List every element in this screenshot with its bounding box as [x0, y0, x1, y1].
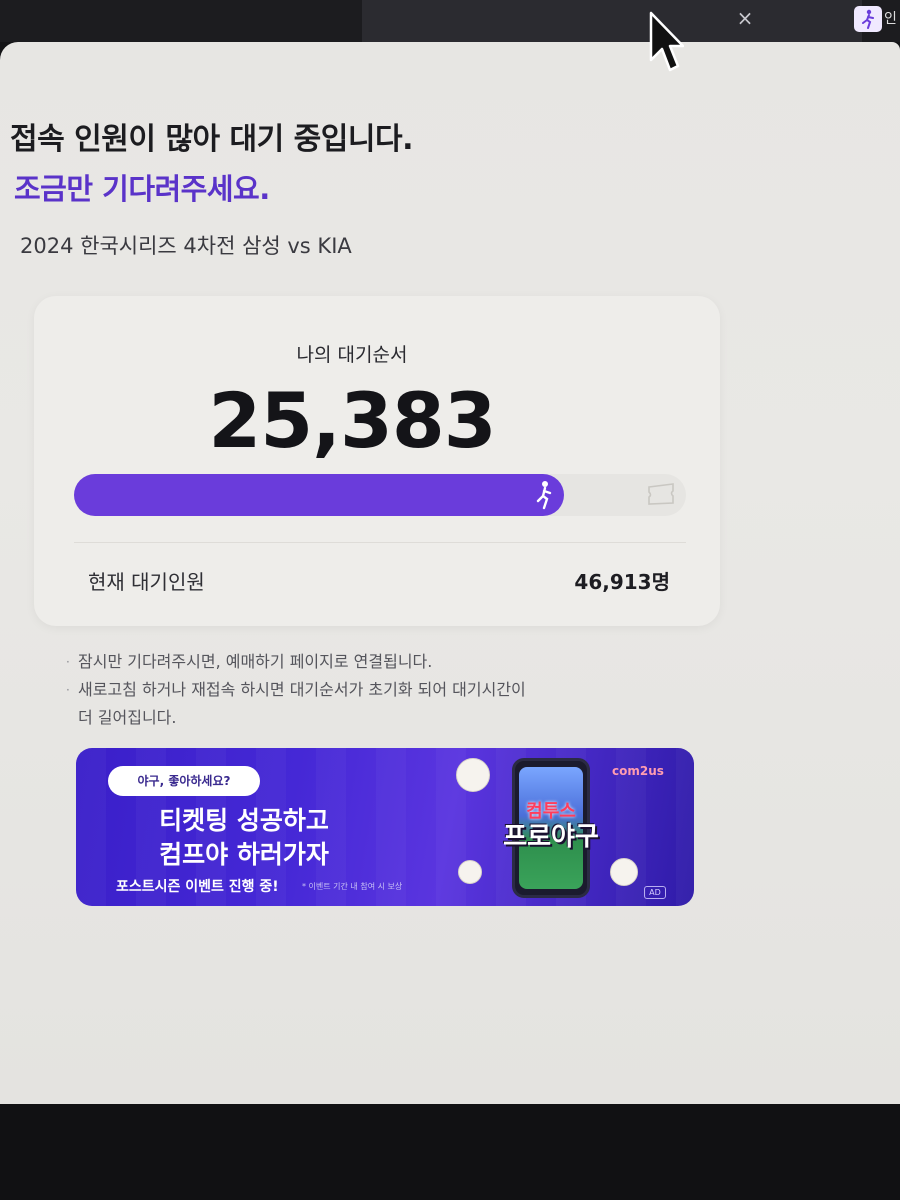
banner-pill: 야구, 좋아하세요?: [108, 766, 260, 796]
baseball-icon: [610, 858, 638, 886]
mouse-cursor-icon: [649, 11, 684, 72]
screen-bezel: [0, 1104, 900, 1200]
banner-title: 티켓팅 성공하고 컴프야 하러가자: [159, 806, 329, 869]
site-favicon-icon[interactable]: [854, 6, 882, 32]
page-subheadline: 조금만 기다려주세요.: [14, 172, 270, 206]
notice-item: · 새로고침 하거나 재접속 하시면 대기순서가 초기화 되어 대기시간이: [66, 680, 526, 699]
notice-item: · 잠시만 기다려주시면, 예매하기 페이지로 연결됩니다.: [66, 652, 433, 671]
current-waiting-label: 현재 대기인원: [88, 570, 205, 594]
queue-progress-fill: [74, 474, 564, 516]
current-waiting-value: 46,913명: [574, 570, 670, 594]
queue-position-label: 나의 대기순서: [296, 344, 408, 366]
notice-list: · 잠시만 기다려주시면, 예매하기 페이지로 연결됩니다. · 새로고침 하거…: [66, 648, 626, 732]
banner-subtitle: 포스트시즌 이벤트 진행 중!: [116, 879, 279, 895]
ticket-icon: [648, 483, 674, 505]
notice-item-continuation: 더 길어집니다.: [78, 708, 177, 727]
browser-tab-strip: × 인: [0, 0, 900, 42]
baseball-icon: [456, 758, 490, 792]
waiting-room-page: 접속 인원이 많아 대기 중입니다. 조금만 기다려주세요. 2024 한국시리…: [0, 42, 900, 1104]
card-divider: [74, 542, 686, 543]
queue-position-number: 25,383: [208, 376, 496, 465]
event-title: 2024 한국시리즈 4차전 삼성 vs KIA: [20, 234, 352, 258]
banner-fine-print: * 이벤트 기간 내 참여 시 보상: [302, 882, 403, 891]
close-icon[interactable]: ×: [734, 6, 756, 30]
game-logo: 컴투스 프로야구: [503, 801, 599, 853]
active-tab[interactable]: ×: [362, 0, 862, 42]
brand-logo: com2us: [612, 764, 664, 778]
promo-banner[interactable]: 야구, 좋아하세요? 티켓팅 성공하고 컴프야 하러가자 포스트시즌 이벤트 진…: [76, 748, 694, 906]
baseball-icon: [458, 860, 482, 884]
ad-badge: AD: [644, 886, 666, 899]
tab-title[interactable]: 인: [884, 8, 897, 28]
page-headline: 접속 인원이 많아 대기 중입니다.: [10, 122, 413, 157]
runner-icon: [536, 481, 552, 510]
queue-card: 나의 대기순서 25,383 현재 대기인원 46,913명: [34, 296, 720, 626]
queue-progress-bar: [74, 474, 686, 516]
